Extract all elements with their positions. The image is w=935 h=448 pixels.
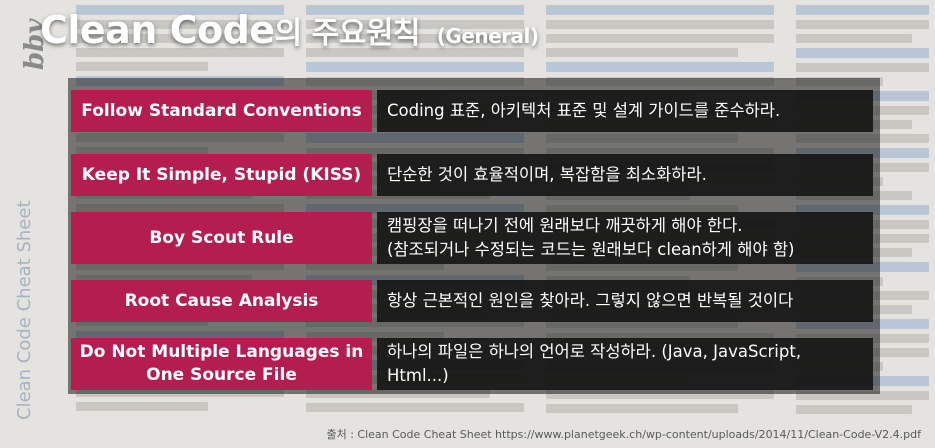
title-subtitle: (General) (436, 24, 539, 48)
principle-description: 캠핑장을 떠나기 전에 원래보다 깨끗하게 해야 한다. (참조되거나 수정되는… (377, 212, 873, 264)
description-line: 하나의 파일은 하나의 언어로 작성하라. (Java, JavaScript, (387, 342, 802, 362)
source-citation: 출처 : Clean Code Cheat Sheet https://www.… (326, 428, 921, 441)
principle-row: Do Not Multiple Languages in One Source … (71, 338, 873, 390)
description-line: Html...) (387, 366, 449, 385)
description-line: 항상 근본적인 원인을 찾아라. 그렇지 않으면 반복될 것이다 (387, 291, 794, 311)
principle-row: Root Cause Analysis 항상 근본적인 원인을 찾아라. 그렇지… (71, 280, 873, 322)
principle-label: Keep It Simple, Stupid (KISS) (71, 154, 372, 196)
principle-description: Coding 표준, 아키텍처 표준 및 설계 가이드를 준수하라. (377, 90, 873, 132)
description-line: 단순한 것이 효율적이며, 복잡함을 최소화하라. (387, 165, 707, 185)
description-line: 캠핑장을 떠나기 전에 원래보다 깨끗하게 해야 한다. (387, 216, 743, 236)
principle-label: Do Not Multiple Languages in One Source … (71, 338, 372, 390)
principle-label-line: One Source File (146, 365, 297, 385)
cheat-sheet-side-title: Clean Code Cheat Sheet (14, 200, 35, 420)
description-line: Coding 표준, 아키텍처 표준 및 설계 가이드를 준수하라. (387, 101, 781, 121)
principle-label: Follow Standard Conventions (71, 90, 372, 132)
title-main: Clean Code (40, 8, 275, 52)
principle-description: 하나의 파일은 하나의 언어로 작성하라. (Java, JavaScript,… (377, 338, 873, 390)
principle-description: 단순한 것이 효율적이며, 복잡함을 최소화하라. (377, 154, 873, 196)
principle-row: Follow Standard Conventions Coding 표준, 아… (71, 90, 873, 132)
description-line: (참조되거나 수정되는 코드는 원래보다 clean하게 해야 함) (387, 240, 795, 259)
principle-label: Root Cause Analysis (71, 280, 372, 322)
page-title: Clean Code의 주요원칙 (General) (40, 8, 539, 52)
principle-description: 항상 근본적인 원인을 찾아라. 그렇지 않으면 반복될 것이다 (377, 280, 873, 322)
principle-row: Keep It Simple, Stupid (KISS) 단순한 것이 효율적… (71, 154, 873, 196)
principle-label-line: Do Not Multiple Languages in (79, 342, 364, 363)
principle-label: Boy Scout Rule (71, 212, 372, 264)
title-korean: 의 주요원칙 (274, 16, 421, 51)
principle-row: Boy Scout Rule 캠핑장을 떠나기 전에 원래보다 깨끗하게 해야 … (71, 212, 873, 264)
